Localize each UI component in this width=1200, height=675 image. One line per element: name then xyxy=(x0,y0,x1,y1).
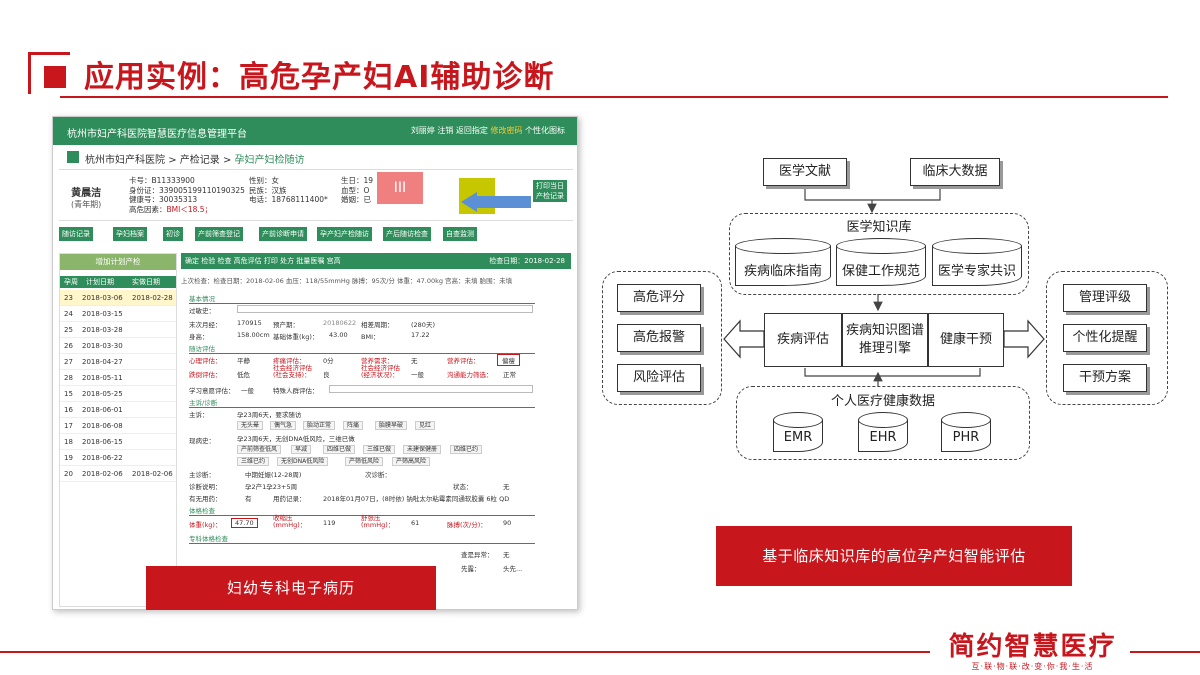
kb-norms-label: 保健工作规范 xyxy=(841,264,920,279)
footer-divider-right xyxy=(1130,651,1200,653)
kb-guideline-label: 疾病临床指南 xyxy=(743,264,822,279)
medical-literature-box: 医学文献 xyxy=(763,158,847,186)
kb-consensus-label: 医学专家共识 xyxy=(937,264,1016,279)
high-risk-score-box: 高危评分 xyxy=(617,284,701,312)
intervention-plan-box: 干预方案 xyxy=(1063,364,1147,392)
kb-guideline-db: 疾病临床指南 xyxy=(735,238,831,286)
kb-consensus-db: 医学专家共识 xyxy=(932,238,1022,286)
logo-slogan: 互·联·物·联·改·变·你·我·生·活 xyxy=(971,662,1094,671)
emr-db: EMR xyxy=(773,412,823,452)
footer-divider xyxy=(0,651,930,653)
kb-norms-db: 保健工作规范 xyxy=(836,238,926,286)
logo-text: 简约智慧医疗 xyxy=(948,632,1117,662)
slide: 应用实例：高危孕产妇AI辅助诊断 杭州市妇产科医院智慧医疗信息管理平台 刘丽婷 … xyxy=(0,0,1200,675)
disease-assessment-box: 疾病评估 xyxy=(764,313,842,367)
phr-label: PHR xyxy=(952,430,980,445)
left-block-arrow xyxy=(723,319,765,359)
knowledge-base-title: 医学知识库 xyxy=(846,220,912,235)
phr-db: PHR xyxy=(941,412,991,452)
brand-logo: 简约智慧医疗 互·联·物·联·改·变·你·我·生·活 xyxy=(940,632,1125,672)
risk-assessment-box: 风险评估 xyxy=(617,364,701,392)
emr-label: EMR xyxy=(783,430,813,445)
personal-reminder-box: 个性化提醒 xyxy=(1063,324,1147,352)
health-intervention-box: 健康干预 xyxy=(928,313,1004,367)
high-risk-alarm-box: 高危报警 xyxy=(617,324,701,352)
clinical-bigdata-box: 临床大数据 xyxy=(910,158,1000,186)
management-grade-box: 管理评级 xyxy=(1063,284,1147,312)
source-connector xyxy=(804,188,941,201)
phr-connector xyxy=(804,368,981,377)
personal-health-data-title: 个人医疗健康数据 xyxy=(830,394,935,409)
ehr-db: EHR xyxy=(858,412,908,452)
right-block-arrow xyxy=(1003,319,1045,359)
ehr-label: EHR xyxy=(869,430,897,445)
diagram-caption: 基于临床知识库的高位孕产妇智能评估 xyxy=(716,526,1072,586)
inference-engine-box: 疾病知识图谱推理引擎 xyxy=(842,313,928,367)
